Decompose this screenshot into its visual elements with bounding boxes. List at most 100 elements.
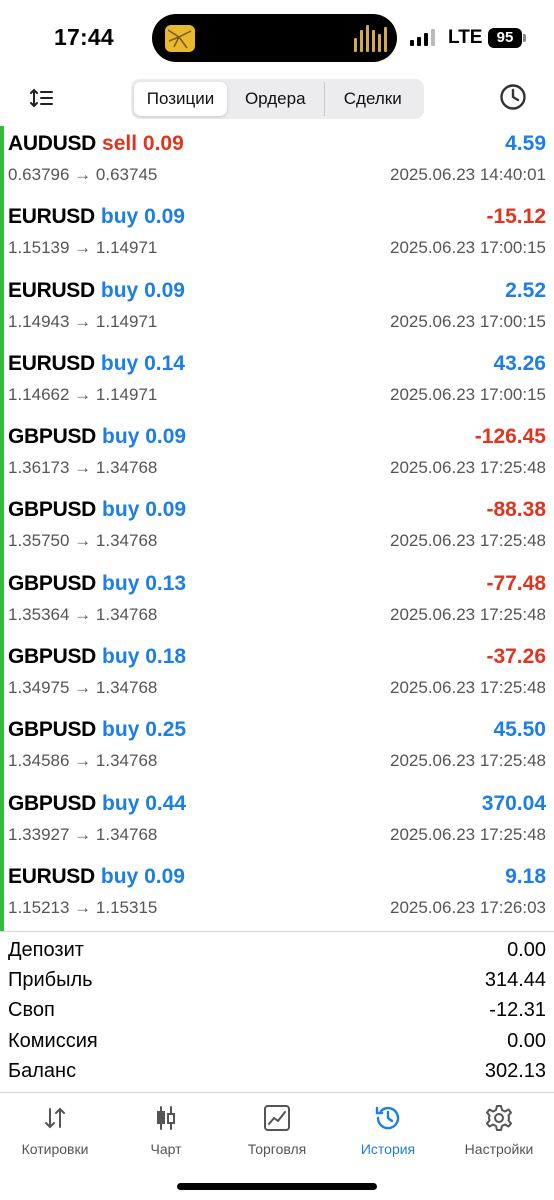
sort-arrows-icon[interactable] — [28, 84, 56, 112]
position-profit: -88.38 — [486, 498, 546, 522]
position-row-details: 0.63796 → 0.63745 2025.06.23 14:40:01 — [8, 165, 546, 189]
tab-quotes[interactable]: Котировки — [0, 1103, 110, 1157]
position-row[interactable]: GBPUSD buy 0.44 370.04 1.33927 → 1.34768 202… — [0, 786, 554, 859]
position-row-header: AUDUSD sell 0.09 4.59 — [8, 132, 546, 160]
position-symbol: GBPUSD — [8, 571, 97, 595]
position-side-volume: buy 0.09 — [101, 205, 185, 228]
summary-row: Прибыль 314.44 — [0, 967, 554, 997]
status-bar: 17:44 LTE 95 — [0, 0, 554, 76]
position-volume: 0.09 — [144, 205, 185, 229]
tab-settings[interactable]: Настройки — [444, 1103, 554, 1157]
account-summary: Депозит 0.00 Прибыль 314.44 Своп -12.31 Комисс… — [0, 937, 554, 1088]
summary-label: Прибыль — [8, 969, 93, 992]
position-profit: -37.26 — [486, 645, 546, 669]
position-prices: 1.14943 → 1.14971 — [8, 311, 158, 331]
position-side-volume: buy 0.44 — [102, 792, 186, 815]
position-datetime: 2025.06.23 17:00:15 — [390, 238, 546, 258]
position-row[interactable]: GBPUSD buy 0.09 -88.38 1.35750 → 1.34768 202… — [0, 492, 554, 565]
position-volume: 0.44 — [145, 791, 187, 815]
position-row[interactable]: EURUSD buy 0.09 2.52 1.14943 → 1.14971 2025.… — [0, 273, 554, 346]
network-type: LTE — [448, 27, 483, 48]
position-symbol: GBPUSD — [8, 718, 97, 742]
position-side-volume: buy 0.09 — [102, 425, 186, 448]
summary-label: Баланс — [8, 1059, 77, 1082]
position-row-header: EURUSD buy 0.14 43.26 — [8, 352, 546, 380]
summary-row: Депозит 0.00 — [0, 937, 554, 967]
candlestick-chart-icon — [157, 1106, 175, 1130]
tab-history-label: История — [360, 1141, 416, 1157]
list-divider — [0, 931, 554, 932]
tab-history[interactable]: История — [333, 1103, 443, 1157]
position-row-header: GBPUSD buy 0.25 45.50 — [8, 718, 546, 746]
position-side-volume: buy 0.09 — [102, 498, 186, 521]
cellular-signal-icon — [410, 29, 435, 46]
position-row-details: 1.35364 → 1.34768 2025.06.23 17:25:48 — [8, 605, 546, 629]
trade-chart-icon — [264, 1105, 290, 1131]
position-row-header: GBPUSD buy 0.09 -88.38 — [8, 498, 546, 526]
position-row[interactable]: GBPUSD buy 0.09 -126.45 1.36173 → 1.34768 20… — [0, 419, 554, 492]
position-side-volume: buy 0.09 — [101, 865, 185, 888]
position-row-header: GBPUSD buy 0.18 -37.26 — [8, 645, 546, 673]
position-volume: 0.14 — [144, 351, 185, 375]
island-app-icon — [165, 25, 195, 52]
position-datetime: 2025.06.23 17:25:48 — [390, 458, 546, 478]
position-row-header: GBPUSD buy 0.13 -77.48 — [8, 572, 546, 600]
position-volume: 0.09 — [142, 132, 184, 155]
tab-deals[interactable]: Сделки — [323, 82, 422, 116]
summary-value: 0.00 — [507, 939, 546, 961]
position-row[interactable]: AUDUSD sell 0.09 4.59 0.63796 → 0.63745 2025… — [0, 126, 554, 199]
position-prices: 1.15139 → 1.14971 — [8, 238, 158, 258]
position-symbol: EURUSD — [8, 864, 95, 888]
position-volume: 0.13 — [145, 571, 187, 595]
position-datetime: 2025.06.23 17:00:15 — [390, 311, 546, 331]
position-row[interactable]: EURUSD buy 0.09 -15.12 1.15139 → 1.14971 202… — [0, 199, 554, 272]
quotes-arrows-icon — [45, 1107, 65, 1129]
position-prices: 1.33927 → 1.34768 — [8, 824, 158, 844]
position-symbol: EURUSD — [8, 351, 95, 375]
position-row-details: 1.35750 → 1.34768 2025.06.23 17:25:48 — [8, 531, 546, 555]
tab-orders[interactable]: Ордера — [227, 82, 324, 116]
home-indicator — [177, 1183, 377, 1190]
position-volume: 0.09 — [144, 278, 185, 302]
position-row-details: 1.14943 → 1.14971 2025.06.23 17:00:15 — [8, 312, 546, 336]
position-symbol: EURUSD — [8, 278, 95, 302]
position-prices: 1.34975 → 1.34768 — [8, 678, 158, 698]
position-row[interactable]: GBPUSD buy 0.13 -77.48 1.35364 → 1.34768 202… — [0, 566, 554, 639]
summary-row: Комиссия 0.00 — [0, 1028, 554, 1058]
position-prices: 1.35364 → 1.34768 — [8, 604, 158, 624]
position-symbol: GBPUSD — [8, 498, 97, 522]
position-row-header: EURUSD buy 0.09 9.18 — [8, 865, 546, 893]
tab-positions[interactable]: Позиции — [134, 82, 227, 116]
position-profit: 4.59 — [505, 132, 546, 155]
position-profit: -15.12 — [486, 205, 546, 229]
clock-icon[interactable] — [498, 82, 528, 112]
position-side: buy — [102, 571, 140, 595]
position-datetime: 2025.06.23 17:25:48 — [390, 824, 546, 844]
gear-icon — [486, 1105, 512, 1131]
island-audio-bars-icon — [354, 25, 387, 52]
tab-trade-label: Торговля — [247, 1141, 307, 1157]
summary-value: 0.00 — [507, 1029, 546, 1052]
tab-trade[interactable]: Торговля — [222, 1103, 332, 1157]
position-side: buy — [100, 351, 139, 375]
position-side: buy — [100, 864, 139, 888]
position-row[interactable]: EURUSD buy 0.09 9.18 1.15213 → 1.15315 2025.… — [0, 859, 554, 932]
position-row-header: GBPUSD buy 0.09 -126.45 — [8, 425, 546, 453]
position-row[interactable]: GBPUSD buy 0.25 45.50 1.34586 → 1.34768 2025… — [0, 712, 554, 785]
position-prices: 1.14662 → 1.14971 — [8, 384, 158, 404]
view-segmented-control: Позиции Ордера Сделки — [131, 79, 424, 119]
position-row-details: 1.34586 → 1.34768 2025.06.23 17:25:48 — [8, 751, 546, 775]
position-row[interactable]: EURUSD buy 0.14 43.26 1.14662 → 1.14971 2025… — [0, 346, 554, 419]
position-row[interactable]: GBPUSD buy 0.18 -37.26 1.34975 → 1.34768 202… — [0, 639, 554, 712]
position-symbol: GBPUSD — [8, 645, 97, 669]
summary-row: Баланс 302.13 — [0, 1058, 554, 1088]
position-side-volume: buy 0.09 — [101, 279, 185, 302]
position-side: sell — [102, 132, 138, 155]
tab-chart[interactable]: Чарт — [111, 1103, 221, 1157]
positions-list: AUDUSD sell 0.09 4.59 0.63796 → 0.63745 2025… — [0, 126, 554, 932]
position-side: buy — [102, 718, 140, 742]
position-profit: 9.18 — [505, 864, 546, 888]
toolbar: Позиции Ордера Сделки — [0, 76, 554, 120]
position-volume: 0.18 — [145, 645, 187, 669]
tab-settings-label: Настройки — [464, 1141, 534, 1157]
